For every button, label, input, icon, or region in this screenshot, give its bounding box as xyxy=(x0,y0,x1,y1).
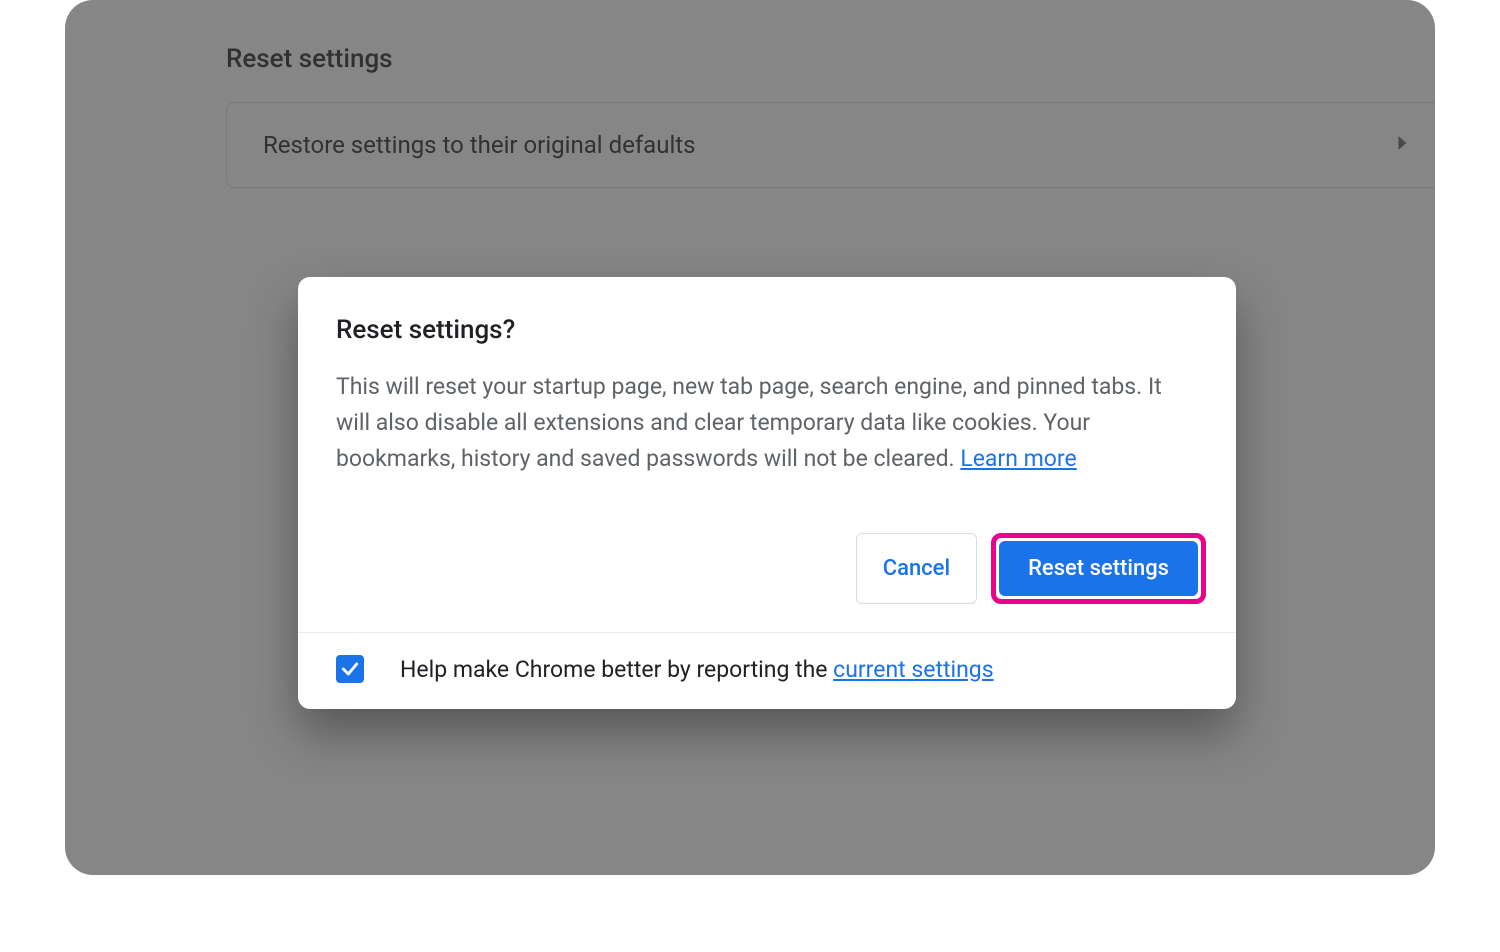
cancel-button[interactable]: Cancel xyxy=(856,533,977,604)
reset-settings-dialog: Reset settings? This will reset your sta… xyxy=(298,277,1236,709)
checkmark-icon xyxy=(340,659,360,679)
highlight-annotation: Reset settings xyxy=(991,533,1206,604)
dialog-footer: Help make Chrome better by reporting the… xyxy=(298,632,1236,709)
reset-settings-button[interactable]: Reset settings xyxy=(999,541,1198,596)
footer-text: Help make Chrome better by reporting the… xyxy=(400,656,994,683)
settings-window: Reset settings Restore settings to their… xyxy=(65,0,1435,875)
learn-more-link[interactable]: Learn more xyxy=(960,445,1076,472)
dialog-title: Reset settings? xyxy=(336,315,1198,345)
dialog-button-row: Cancel Reset settings xyxy=(298,507,1236,632)
footer-prefix: Help make Chrome better by reporting the xyxy=(400,656,833,683)
dialog-body: Reset settings? This will reset your sta… xyxy=(298,277,1236,507)
dialog-description: This will reset your startup page, new t… xyxy=(336,369,1198,477)
report-settings-checkbox[interactable] xyxy=(336,655,364,683)
current-settings-link[interactable]: current settings xyxy=(833,656,993,683)
